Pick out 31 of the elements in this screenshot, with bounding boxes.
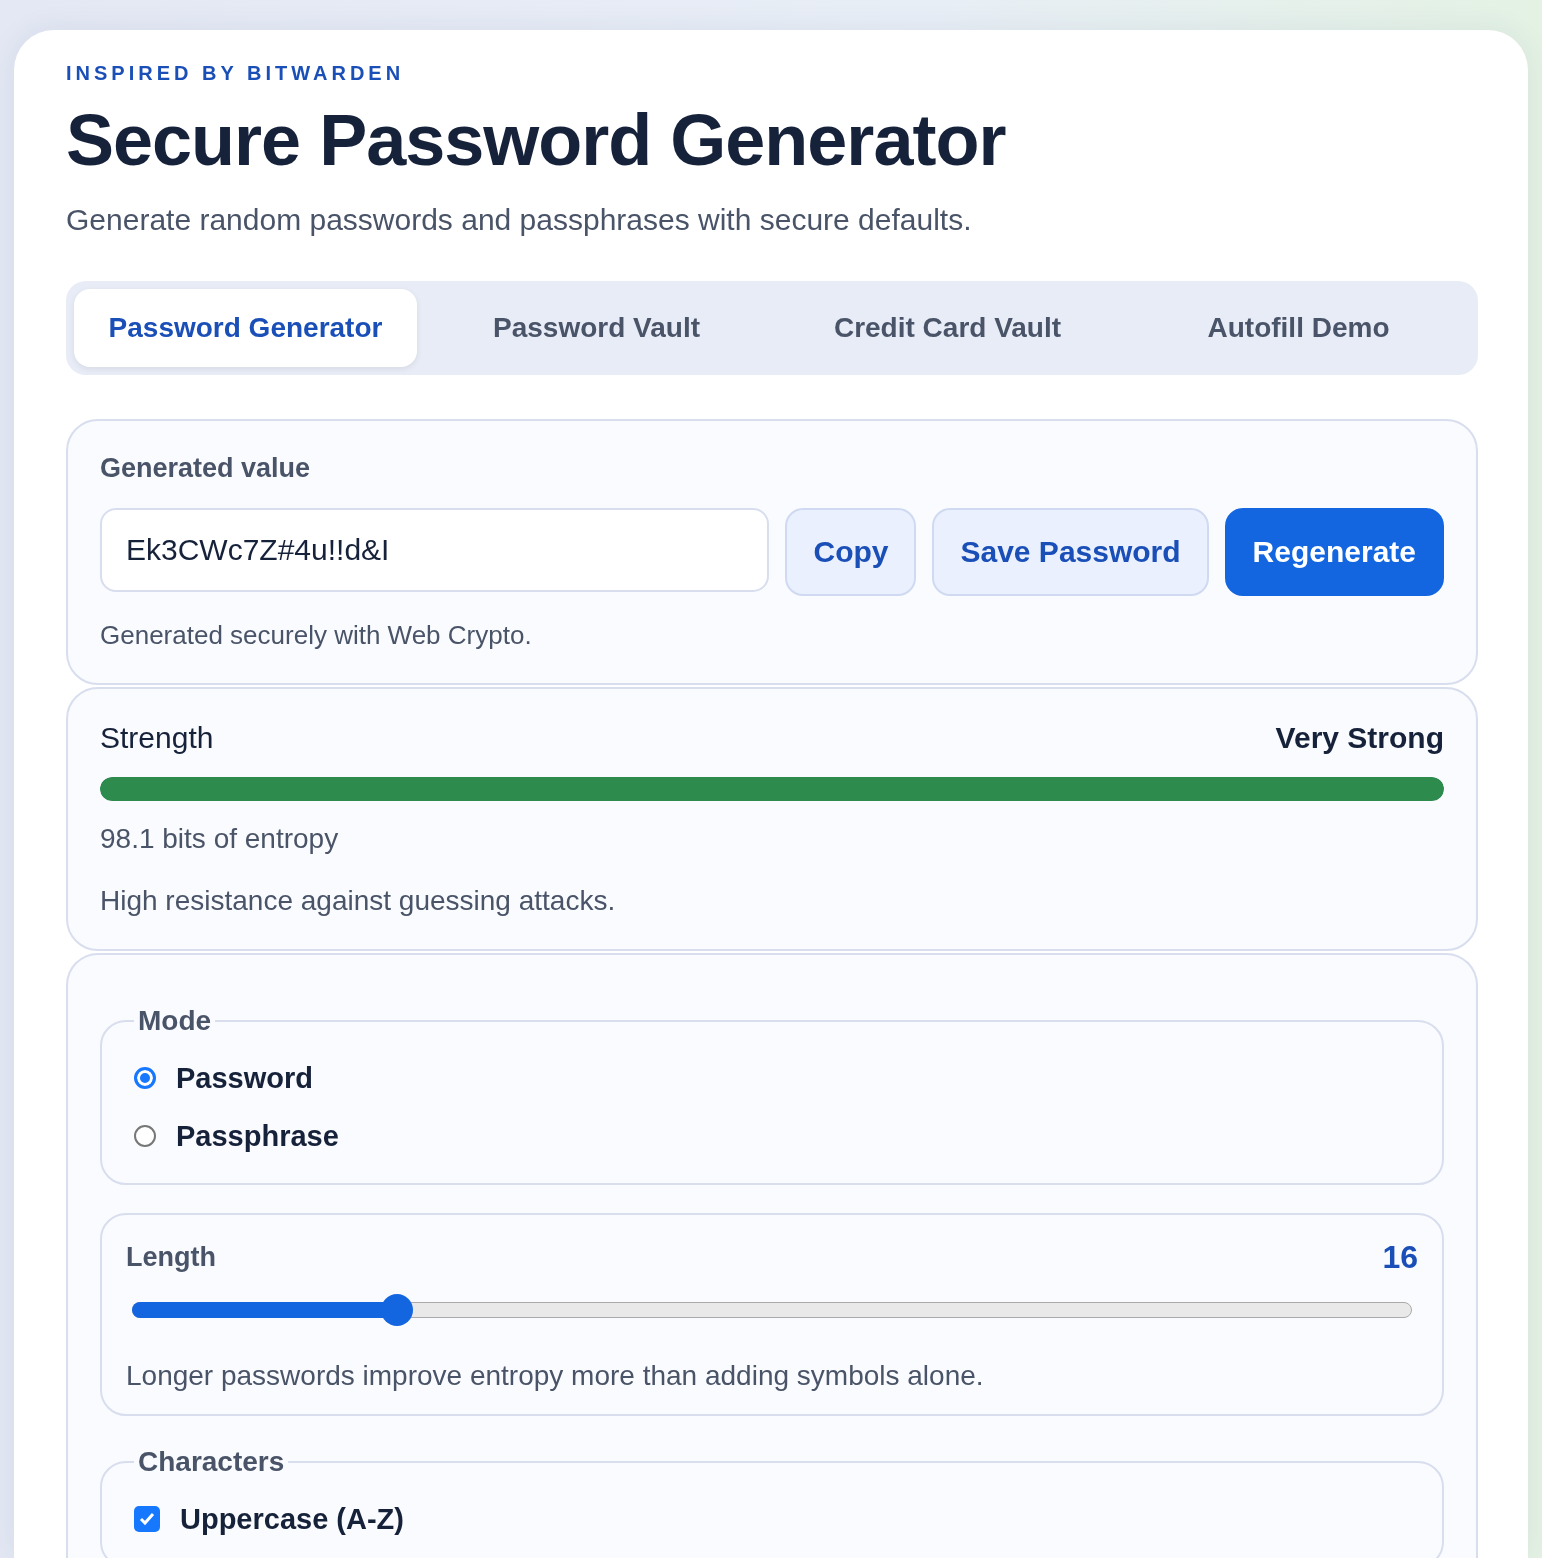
radio-button[interactable] — [134, 1125, 156, 1147]
strength-rating: Very Strong — [1275, 721, 1444, 755]
length-slider[interactable] — [132, 1294, 1412, 1326]
regenerate-button[interactable]: Regenerate — [1224, 508, 1444, 596]
entropy-text: 98.1 bits of entropy — [100, 823, 340, 855]
group-legend: Mode — [134, 1005, 216, 1037]
radio-button[interactable] — [134, 1067, 156, 1089]
length-hint: Longer passwords improve entropy more than adding symbols alone. — [126, 1360, 985, 1392]
strength-label: Strength — [100, 721, 214, 755]
slider-thumb[interactable] — [380, 1294, 413, 1326]
page-title: Secure Password Generator — [66, 99, 1007, 181]
length-label: Length — [126, 1242, 216, 1273]
strength-description: High resistance against guessing attacks. — [100, 885, 617, 917]
password-field[interactable]: Ek3CWc7Z#4u!!d&I — [100, 508, 770, 592]
action-button[interactable]: Save Password — [932, 508, 1209, 596]
check-icon — [138, 1510, 156, 1528]
tab[interactable]: Password Vault — [425, 289, 768, 367]
tab[interactable]: Password Generator — [74, 289, 417, 367]
note: Generated securely with Web Crypto. — [100, 620, 533, 651]
tab[interactable]: Credit Card Vault — [776, 289, 1119, 367]
group-legend: Characters — [134, 1446, 289, 1478]
field-label: Generated value — [100, 453, 312, 484]
option-label: Password — [176, 1061, 313, 1095]
action-button[interactable]: Copy — [785, 508, 917, 596]
length-value: 16 — [1382, 1239, 1418, 1276]
option-label: Passphrase — [176, 1119, 339, 1153]
tab[interactable]: Autofill Demo — [1127, 289, 1470, 367]
subtitle: Generate random passwords and passphrases with secure defaults. — [66, 203, 973, 237]
eyebrow: INSPIRED BY BITWARDEN — [66, 62, 406, 85]
option-label: Uppercase (A-Z) — [180, 1502, 404, 1536]
checkbox[interactable] — [134, 1506, 160, 1532]
